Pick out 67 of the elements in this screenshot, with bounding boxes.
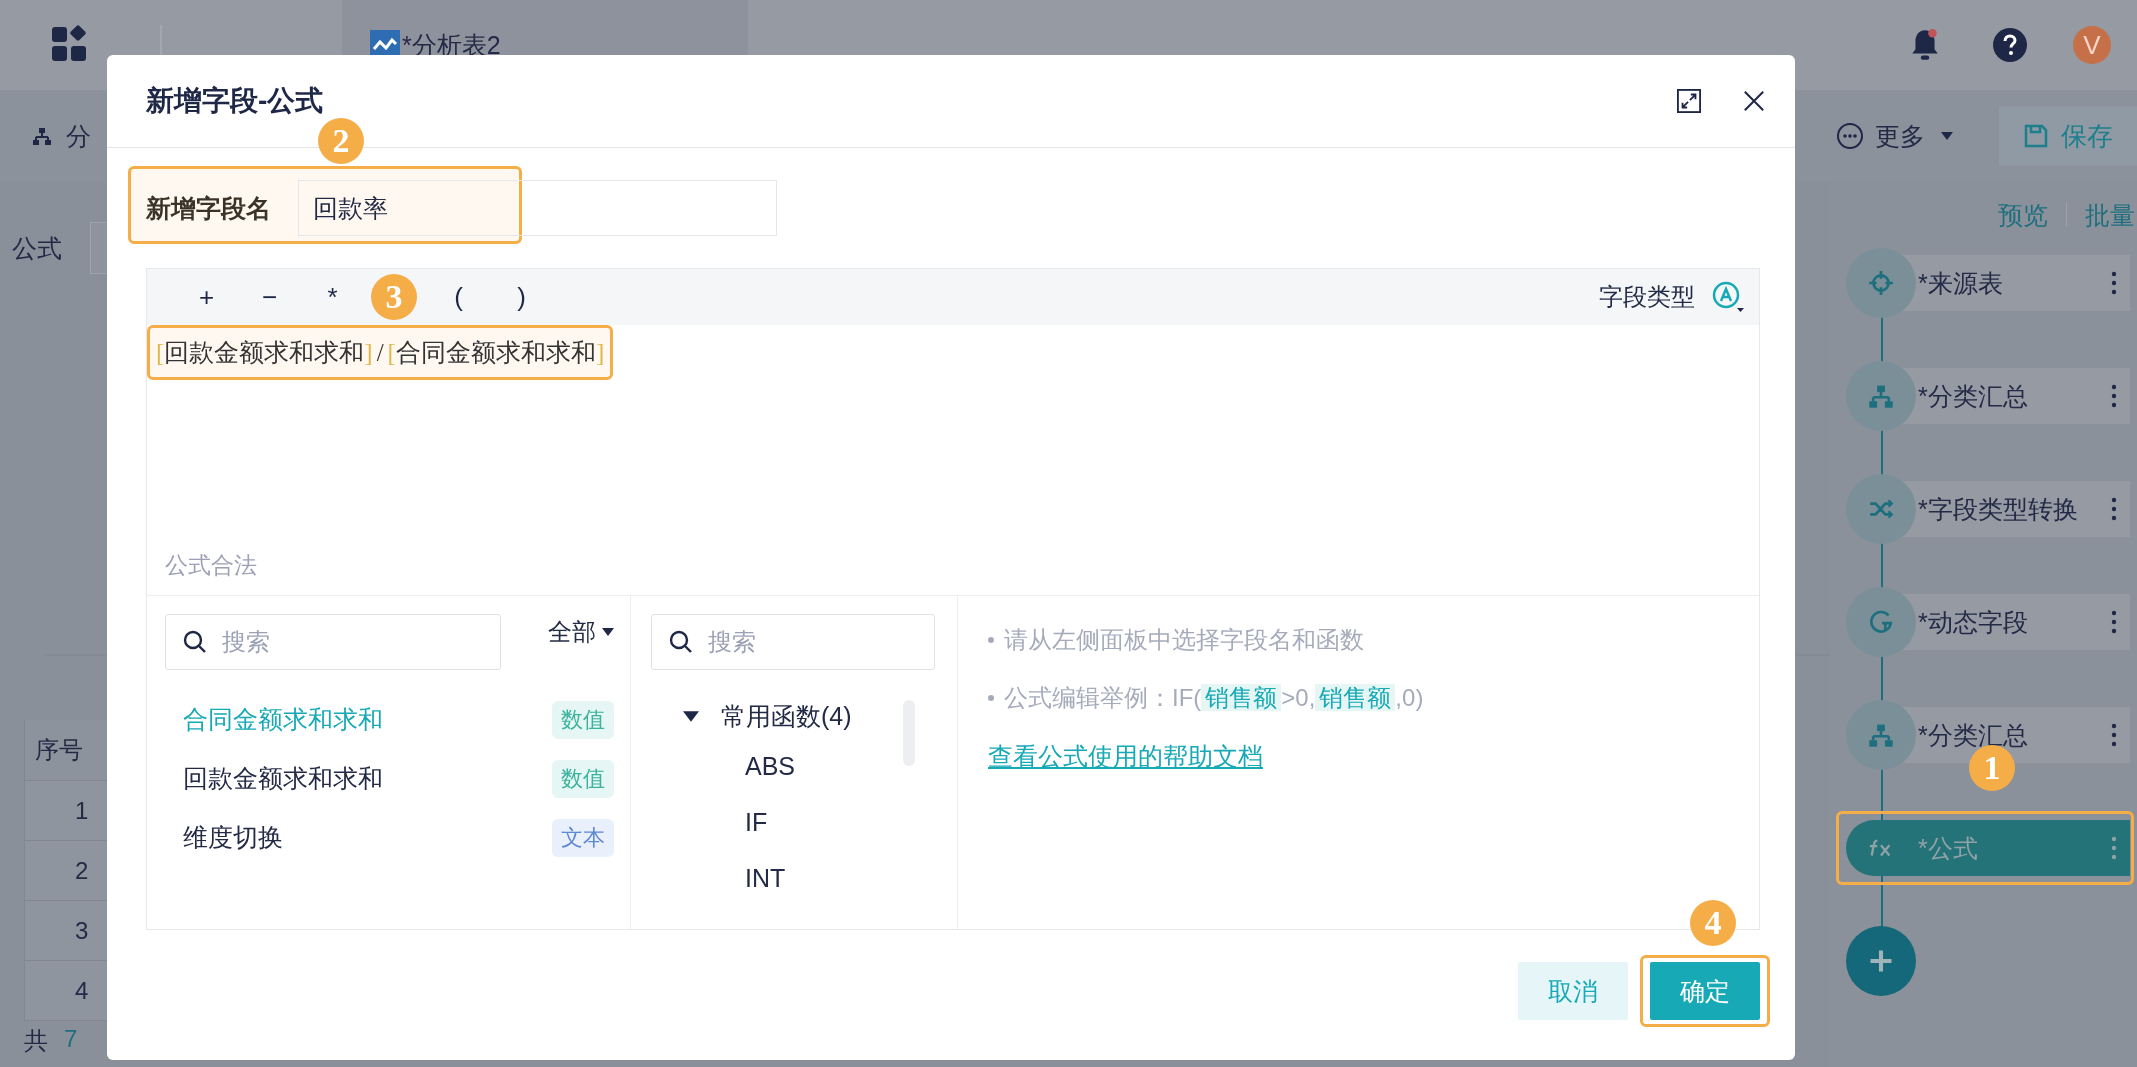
operator-button[interactable]: + [175, 281, 238, 313]
toolbar-label[interactable]: 分 [66, 119, 91, 153]
field-name-input[interactable]: 回款率 [298, 180, 777, 236]
more-icon[interactable] [2111, 610, 2117, 634]
hierarchy-icon [1868, 383, 1894, 409]
count-label: 共 [24, 1026, 48, 1056]
more-icon[interactable] [2111, 723, 2117, 747]
save-icon [2023, 123, 2049, 149]
caret-icon [1941, 132, 1953, 140]
hint-text: 公式编辑举例：IF( 销售额 >0, 销售额 ,0) [1004, 683, 1424, 713]
operator-button[interactable]: ( [427, 281, 490, 313]
step-name: *公式 [1918, 832, 1978, 864]
search-icon [183, 630, 207, 654]
function-item[interactable]: IF [745, 796, 957, 848]
caret-icon [602, 628, 614, 636]
step-item[interactable]: *来源表 [1846, 248, 2137, 318]
more-icon[interactable] [2111, 497, 2117, 521]
validation-status: 公式合法 [165, 551, 257, 580]
function-item[interactable]: ABS [745, 740, 957, 792]
refresh-icon [1868, 609, 1894, 635]
filter-dropdown[interactable]: 全部 [548, 614, 614, 648]
type-tag: 文本 [552, 818, 614, 857]
type-icon[interactable] [1711, 280, 1745, 314]
step-name: *来源表 [1918, 267, 2003, 299]
step-item[interactable]: *动态字段 [1846, 587, 2137, 657]
avatar[interactable]: V [2073, 26, 2111, 64]
step-badge: 3 [371, 274, 417, 320]
step-item[interactable]: *字段类型转换 [1846, 474, 2137, 544]
row-count: 7 [64, 1025, 78, 1054]
more-button[interactable]: 更多 [1829, 118, 1959, 154]
close-icon[interactable] [1743, 90, 1765, 112]
step-badge: 2 [318, 118, 364, 164]
expand-icon[interactable] [1677, 89, 1701, 113]
operator-button[interactable]: − [238, 281, 301, 313]
type-tag: 数值 [552, 700, 614, 739]
function-item[interactable]: INT [745, 852, 957, 904]
confirm-button[interactable]: 确定 [1650, 962, 1760, 1020]
search-icon [669, 630, 693, 654]
group-name: 常用函数(4) [721, 700, 852, 732]
formula-label: 公式 [12, 232, 62, 264]
search-field[interactable]: 搜索 [651, 614, 935, 670]
more-icon [1835, 121, 1865, 151]
hierarchy-icon [32, 126, 52, 146]
function-group[interactable]: 常用函数(4) [683, 696, 957, 736]
step-item[interactable]: *分类汇总 [1846, 361, 2137, 431]
bullet-icon [988, 637, 994, 643]
search-field[interactable]: 搜索 [165, 614, 501, 670]
operator-button[interactable]: ) [490, 281, 553, 313]
field-type-label: 字段类型 [1599, 282, 1695, 312]
field-name-label: 新增字段名 [146, 192, 272, 224]
dialog-title: 新增字段-公式 [146, 84, 325, 118]
more-icon[interactable] [2111, 271, 2117, 295]
step-name: *字段类型转换 [1918, 493, 2078, 525]
crosshair-icon [1868, 270, 1894, 296]
type-tag: 数值 [552, 759, 614, 798]
bullet-icon [988, 695, 994, 701]
cancel-button[interactable]: 取消 [1518, 962, 1628, 1020]
help-link[interactable]: 查看公式使用的帮助文档 [988, 740, 1263, 773]
hierarchy-icon [1868, 722, 1894, 748]
step-badge: 4 [1690, 900, 1736, 946]
step-name: *动态字段 [1918, 606, 2028, 638]
more-icon[interactable] [2111, 384, 2117, 408]
help-icon[interactable] [1993, 28, 2027, 62]
formula-text[interactable]: [回款金额求和求和] / [合同金额求和求和] [147, 325, 614, 380]
step-name: *分类汇总 [1918, 380, 2028, 412]
hint-text: 请从左侧面板中选择字段名和函数 [1004, 625, 1364, 655]
operator-button[interactable]: * [301, 281, 364, 313]
